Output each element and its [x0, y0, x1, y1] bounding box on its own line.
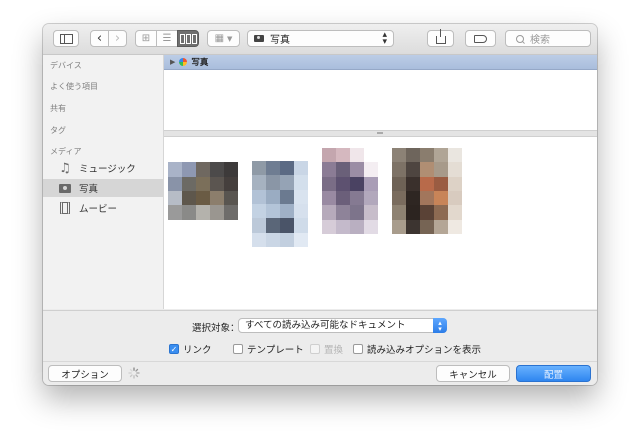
photos-app-icon: [179, 58, 188, 66]
checkbox-box: [233, 344, 243, 354]
back-button[interactable]: ‹: [90, 30, 109, 47]
grid-arrange-icon: ▦: [214, 33, 225, 44]
sidebar-item-label: 写真: [79, 184, 99, 195]
search-icon: [516, 34, 525, 44]
photo-thumbnail-4[interactable]: [392, 148, 462, 234]
disclosure-triangle-icon: ▶: [170, 58, 176, 66]
sidebar-item-music[interactable]: ♫ ミュージック: [43, 159, 163, 177]
photo-thumbnail-3[interactable]: [322, 148, 378, 234]
photo-thumbnail-2[interactable]: [252, 161, 308, 247]
view-list-button[interactable]: ☰: [156, 30, 178, 47]
sidebar-icon: [59, 33, 73, 44]
template-checkbox[interactable]: テンプレート: [233, 342, 304, 356]
camera-icon: [254, 35, 264, 42]
sidebar-toggle-button[interactable]: [53, 30, 79, 47]
sidebar-item-photos[interactable]: 写真: [43, 179, 163, 197]
splitter[interactable]: [164, 130, 597, 137]
toolbar: ‹ › ⊞ ☰ ▦ ▼ 写真 ▴ ▾ 検索: [43, 24, 597, 55]
chevron-left-icon: ‹: [96, 31, 103, 46]
file-browser: ▶ 写真: [164, 55, 597, 309]
forward-button[interactable]: ›: [108, 30, 127, 47]
place-button[interactable]: 配置: [516, 365, 591, 382]
music-note-icon: ♫: [59, 160, 71, 176]
sidebar-section-tags[interactable]: タグ: [50, 125, 66, 136]
location-popup[interactable]: 写真 ▴ ▾: [247, 30, 394, 47]
checkbox-label: リンク: [183, 345, 212, 356]
share-button[interactable]: [427, 29, 454, 47]
tag-button[interactable]: [465, 30, 496, 47]
search-field[interactable]: 検索: [505, 30, 591, 47]
share-icon: [435, 29, 446, 44]
options-panel: 選択対象： すべての読み込み可能なドキュメント ▴ ▾ ✓ リンク テンプレート …: [43, 310, 597, 385]
link-checkbox[interactable]: ✓ リンク: [169, 342, 212, 356]
replace-checkbox: 置換: [310, 342, 343, 356]
film-icon: [57, 202, 73, 214]
search-placeholder: 検索: [530, 35, 550, 46]
sidebar: デバイス よく使う項目 共有 タグ メディア ♫ ミュージック 写真 ムービー: [43, 55, 164, 309]
sidebar-section-favorites[interactable]: よく使う項目: [50, 81, 98, 92]
updown-arrows-icon: ▴ ▾: [433, 318, 447, 333]
column-view-icon: [179, 33, 197, 44]
sidebar-section-devices[interactable]: デバイス: [50, 60, 82, 71]
checkbox-box: [310, 344, 320, 354]
chevron-right-icon: ›: [114, 31, 121, 46]
view-icon-button[interactable]: ⊞: [135, 30, 157, 47]
format-popup[interactable]: すべての読み込み可能なドキュメント ▴ ▾: [238, 318, 447, 333]
checkbox-label: 置換: [324, 345, 344, 356]
location-label: 写真: [270, 35, 290, 46]
tag-icon: [474, 34, 487, 43]
format-popup-value: すべての読み込み可能なドキュメント: [245, 320, 406, 331]
checkmark-icon: ✓: [169, 344, 179, 354]
updown-arrows-icon: ▴ ▾: [382, 30, 387, 47]
path-bar[interactable]: ▶ 写真: [164, 55, 597, 70]
sidebar-section-media[interactable]: メディア: [50, 146, 81, 157]
icon-view-icon: ⊞: [141, 33, 151, 44]
cancel-button[interactable]: キャンセル: [436, 365, 510, 382]
checkbox-label: テンプレート: [247, 345, 304, 356]
sidebar-item-movies[interactable]: ムービー: [43, 199, 163, 217]
divider: [43, 361, 597, 362]
sidebar-item-label: ムービー: [79, 204, 118, 215]
format-label: 選択対象：: [192, 323, 240, 334]
checkbox-label: 読み込みオプションを表示: [367, 345, 482, 356]
sidebar-section-shared[interactable]: 共有: [50, 103, 66, 114]
camera-icon: [57, 183, 73, 193]
options-button[interactable]: オプション: [48, 365, 122, 382]
path-bar-label: 写真: [191, 58, 209, 68]
list-view-icon: ☰: [162, 33, 172, 44]
checkbox-box: [353, 344, 363, 354]
spinner-icon: [128, 367, 140, 379]
show-import-options-checkbox[interactable]: 読み込みオプションを表示: [353, 342, 481, 356]
view-column-button[interactable]: [177, 30, 199, 47]
grip-icon: [377, 132, 383, 134]
arrange-menu-button[interactable]: ▦ ▼: [207, 30, 240, 47]
sidebar-item-label: ミュージック: [79, 164, 136, 175]
chevron-down-icon: ▼: [227, 34, 233, 43]
file-dialog-window: ‹ › ⊞ ☰ ▦ ▼ 写真 ▴ ▾ 検索 デバイス よく使う項目 共有 タグ …: [43, 24, 597, 385]
photo-thumbnail-1[interactable]: [168, 148, 238, 234]
